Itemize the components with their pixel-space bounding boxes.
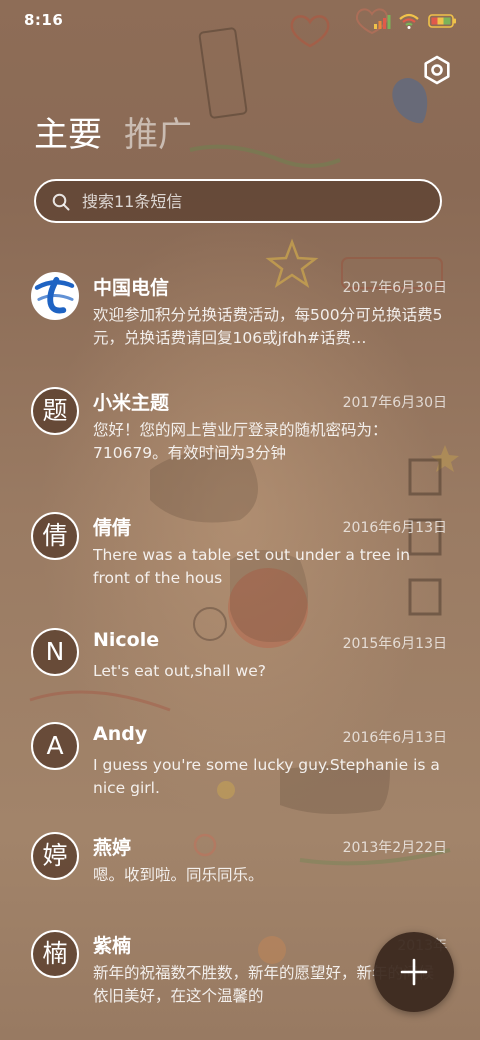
avatar: A [31,722,79,770]
contact-name: 倩倩 [93,517,132,539]
header-tabs: 主要 推广 [34,112,192,162]
avatar: 婷 [31,832,79,880]
contact-name: Andy [93,723,148,745]
avatar: 楠 [31,930,79,978]
status-icons [374,13,456,29]
message-preview: 欢迎参加积分兑换话费活动，每500分可兑换话费5元，兑换话费请回复106或jfd… [93,306,443,347]
wifi-icon [399,13,419,29]
compose-button[interactable] [374,932,454,1012]
contact-name: 燕婷 [93,837,132,859]
list-item[interactable]: 题 小米主题 2017年6月30日 您好！您的网上营业厅登录的随机密码为：710… [0,377,480,487]
search-bar[interactable] [34,179,442,223]
message-date: 2015年6月13日 [342,636,447,652]
plus-icon [400,958,428,986]
contact-name: Nicole [93,629,160,651]
message-date: 2017年6月30日 [342,395,447,411]
message-preview: Let's eat out,shall we? [93,662,266,680]
message-preview: I guess you're some lucky guy.Stephanie … [93,756,440,797]
gear-icon [424,55,450,85]
search-input[interactable] [82,181,422,221]
message-date: 2016年6月13日 [342,520,447,536]
list-item[interactable]: 中国电信 2017年6月30日 欢迎参加积分兑换话费活动，每500分可兑换话费5… [0,262,480,372]
settings-button[interactable] [421,54,453,86]
avatar: 倩 [31,512,79,560]
list-item[interactable]: 倩 倩倩 2016年6月13日 There was a table set ou… [0,502,480,612]
china-telecom-logo-icon [33,274,76,317]
contact-name: 中国电信 [93,277,170,299]
avatar: 题 [31,387,79,435]
contact-name: 紫楠 [93,935,132,957]
message-date: 2017年6月30日 [342,280,447,296]
tab-promotions[interactable]: 推广 [124,112,192,162]
battery-icon [428,14,456,28]
status-time: 8:16 [24,11,64,29]
signal-icon [374,15,391,29]
message-preview: 嗯。收到啦。同乐同乐。 [93,866,264,884]
message-preview: There was a table set out under a tree i… [93,546,411,587]
status-bar: 8:16 [0,0,480,42]
avatar [31,272,79,320]
list-item[interactable]: 婷 燕婷 2013年2月22日 嗯。收到啦。同乐同乐。 [0,822,480,932]
message-date: 2013年2月22日 [342,840,447,856]
search-icon [52,193,70,211]
message-preview: 您好！您的网上营业厅登录的随机密码为：710679。有效时间为3分钟 [93,421,388,462]
avatar: N [31,628,79,676]
contact-name: 小米主题 [93,392,170,414]
message-date: 2016年6月13日 [342,730,447,746]
list-item[interactable]: A Andy 2016年6月13日 I guess you're some lu… [0,712,480,822]
tab-main[interactable]: 主要 [34,112,102,162]
